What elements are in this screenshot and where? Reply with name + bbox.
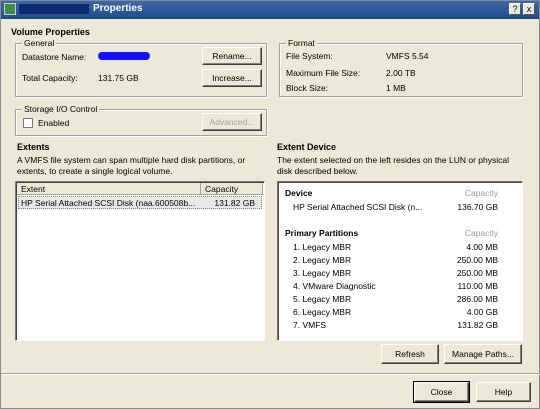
file-system-label: File System:	[286, 51, 333, 61]
general-group-label: General	[22, 38, 57, 48]
partition-capacity: 250.00 MB	[456, 255, 498, 265]
title-bar[interactable]: Properties ? x	[1, 1, 539, 19]
partition-name: 4. VMware Diagnostic	[293, 281, 376, 291]
refresh-button[interactable]: Refresh	[381, 344, 439, 364]
partition-capacity: 286.00 MB	[456, 294, 498, 304]
footer-divider	[1, 373, 540, 374]
table-row[interactable]: HP Serial Attached SCSI Disk (naa.600508…	[18, 196, 262, 209]
volume-properties-heading: Volume Properties	[11, 27, 90, 37]
device-capacity: 136.70 GB	[457, 202, 498, 212]
partition-name: 1. Legacy MBR	[293, 242, 352, 252]
datastore-name-redacted	[98, 52, 150, 60]
enabled-label: Enabled	[38, 118, 70, 128]
partition-capacity: 110.00 MB	[457, 281, 498, 291]
partition-capacity: 4.00 MB	[466, 242, 498, 252]
extents-heading: Extents	[17, 142, 50, 152]
advanced-button[interactable]: Advanced...	[202, 113, 262, 131]
max-file-size-label: Maximum File Size:	[286, 68, 361, 78]
partition-name: 6. Legacy MBR	[293, 307, 352, 317]
extent-capacity: 131.82 GB	[214, 198, 255, 208]
extent-column-header[interactable]: Extent	[17, 183, 201, 195]
extents-description: A VMFS file system can span multiple har…	[17, 155, 246, 176]
help-button[interactable]: Help	[476, 382, 531, 402]
extent-device-heading: Extent Device	[277, 142, 337, 152]
help-icon[interactable]: ?	[509, 3, 521, 15]
manage-paths-button[interactable]: Manage Paths...	[444, 344, 522, 364]
device-name: HP Serial Attached SCSI Disk (n...	[293, 202, 423, 212]
app-icon	[4, 3, 16, 15]
increase-button[interactable]: Increase...	[202, 69, 262, 87]
block-size-value: 1 MB	[386, 83, 406, 93]
total-capacity-label: Total Capacity:	[22, 73, 78, 83]
partition-name: 3. Legacy MBR	[293, 268, 352, 278]
storage-io-control-label: Storage I/O Control	[22, 104, 100, 114]
datastore-name-label: Datastore Name:	[22, 52, 87, 62]
redacted-title	[19, 4, 89, 14]
general-group: General Datastore Name: Total Capacity: …	[15, 38, 267, 97]
extent-device-description: The extent selected on the left resides …	[277, 155, 509, 176]
file-system-value: VMFS 5.54	[386, 51, 429, 61]
enabled-checkbox[interactable]	[23, 118, 33, 128]
device-heading: Device	[285, 188, 313, 198]
extent-name: HP Serial Attached SCSI Disk (naa.600508…	[21, 198, 196, 208]
partition-name: 2. Legacy MBR	[293, 255, 352, 265]
partition-name: 7. VMFS	[293, 320, 327, 330]
block-size-label: Block Size:	[286, 83, 329, 93]
partition-capacity: 4.00 GB	[466, 307, 498, 317]
partition-name: 5. Legacy MBR	[293, 294, 352, 304]
storage-io-control-group: Storage I/O Control Enabled Advanced...	[15, 104, 267, 136]
extents-list[interactable]: Extent Capacity HP Serial Attached SCSI …	[15, 181, 265, 341]
primary-partitions-heading: Primary Partitions	[285, 228, 359, 238]
extent-device-panel: Device Capacity HP Serial Attached SCSI …	[277, 181, 523, 341]
total-capacity-value: 131.75 GB	[98, 73, 139, 83]
partition-capacity: 250.00 MB	[456, 268, 498, 278]
format-group: Format File System: VMFS 5.54 Maximum Fi…	[279, 38, 523, 97]
partitions-capacity-heading: Capacity	[464, 228, 498, 238]
format-group-label: Format	[286, 38, 317, 48]
device-capacity-heading: Capacity	[464, 188, 498, 198]
window-title: Properties	[93, 3, 143, 14]
properties-window: Properties ? x Volume Properties General…	[0, 0, 540, 409]
capacity-column-header[interactable]: Capacity	[201, 183, 263, 195]
partition-capacity: 131.82 GB	[457, 320, 498, 330]
close-button[interactable]: Close	[413, 381, 470, 403]
max-file-size-value: 2.00 TB	[386, 68, 416, 78]
rename-button[interactable]: Rename...	[202, 47, 262, 65]
close-icon[interactable]: x	[523, 3, 535, 15]
